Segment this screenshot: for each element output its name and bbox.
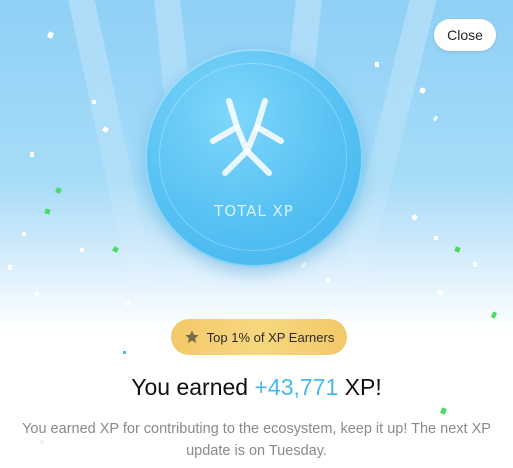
confetti-piece xyxy=(8,265,12,270)
confetti-piece xyxy=(490,311,498,319)
confetti-piece xyxy=(410,213,419,222)
confetti-piece xyxy=(375,62,379,67)
total-xp-coin: TOTAL XP xyxy=(145,49,363,267)
earned-suffix: XP! xyxy=(338,374,382,400)
celebration-hero: TOTAL XP Close xyxy=(0,0,513,330)
confetti-piece xyxy=(419,87,426,94)
confetti-piece xyxy=(326,278,330,282)
confetti-piece xyxy=(454,246,461,253)
confetti-piece xyxy=(44,208,51,215)
confetti-piece xyxy=(432,115,439,122)
confetti-piece xyxy=(125,299,132,307)
confetti-piece xyxy=(80,248,84,252)
confetti-piece xyxy=(440,407,447,415)
close-button[interactable]: Close xyxy=(434,19,496,51)
confetti-piece xyxy=(473,262,477,267)
confetti-piece xyxy=(123,351,126,354)
confetti-piece xyxy=(30,152,34,157)
star-icon xyxy=(184,330,199,343)
confetti-piece xyxy=(22,232,26,236)
confetti-piece xyxy=(112,246,119,253)
confetti-piece xyxy=(35,292,39,296)
coin-label: TOTAL XP xyxy=(214,202,294,220)
confetti-piece xyxy=(47,31,54,39)
earned-prefix: You earned xyxy=(131,374,255,400)
earned-headline: You earned +43,771 XP! xyxy=(0,374,513,401)
confetti-piece xyxy=(300,261,307,269)
confetti-piece xyxy=(434,236,438,240)
confetti-piece xyxy=(55,187,62,194)
badge-text: Top 1% of XP Earners xyxy=(206,329,335,345)
top-earner-badge: Top 1% of XP Earners xyxy=(171,319,347,355)
reward-description: You earned XP for contributing to the ec… xyxy=(22,421,491,459)
xp-reward-modal: TOTAL XP Close Top 1% of XP Earners You … xyxy=(0,0,513,468)
xp-amount: +43,771 xyxy=(254,374,339,400)
confetti-piece xyxy=(104,348,108,352)
confetti-piece xyxy=(92,100,96,104)
total-xp-logo-icon xyxy=(210,98,284,176)
confetti-piece xyxy=(437,289,444,296)
